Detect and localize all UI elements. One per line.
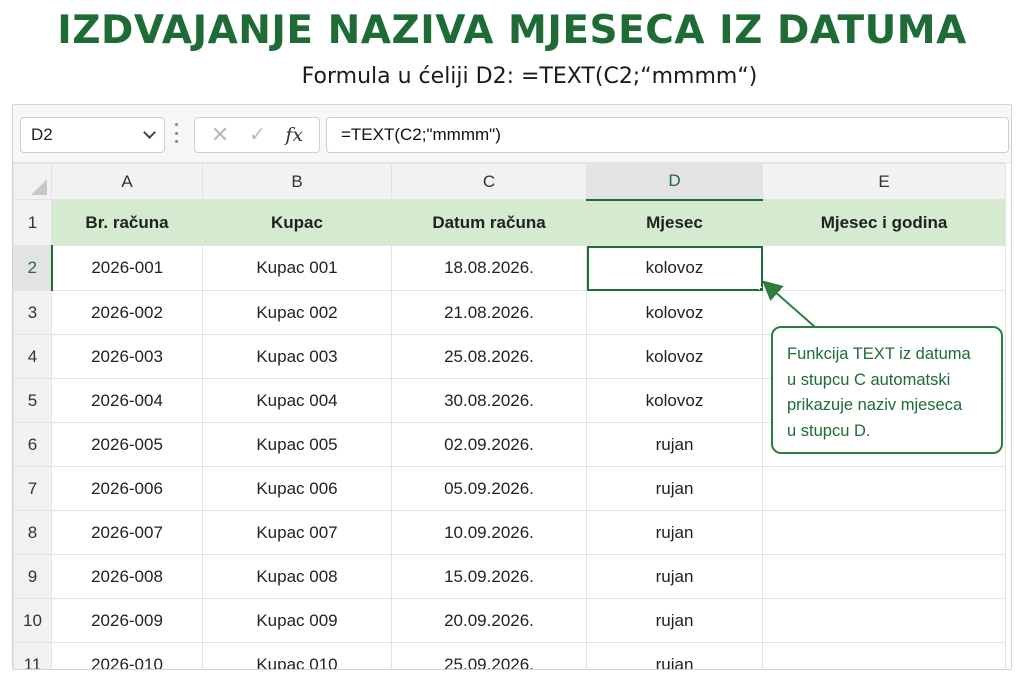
- cell-customer[interactable]: Kupac 010: [202, 642, 392, 669]
- cancel-icon[interactable]: ✕: [211, 124, 229, 146]
- table-row: 7 2026-006 Kupac 006 05.09.2026. rujan: [13, 466, 1006, 511]
- chevron-down-icon[interactable]: [143, 126, 156, 139]
- table-row: 10 2026-009 Kupac 009 20.09.2026. rujan: [13, 598, 1006, 643]
- name-box-value: D2: [31, 125, 53, 144]
- row-header-1[interactable]: 1: [13, 199, 52, 246]
- table-header-row: 1 Br. računa Kupac Datum računa Mjesec M…: [13, 199, 1006, 246]
- cell-invoice-number[interactable]: 2026-010: [51, 642, 203, 669]
- row-header[interactable]: 5: [13, 378, 52, 423]
- column-header-e[interactable]: E: [762, 163, 1006, 200]
- column-header-d[interactable]: D: [586, 163, 763, 201]
- column-header-a[interactable]: A: [51, 163, 203, 200]
- cell-month-year[interactable]: [762, 554, 1006, 599]
- formula-text: =TEXT(C2;"mmmm"): [341, 125, 501, 144]
- cell-month[interactable]: kolovoz: [586, 334, 763, 379]
- cell-month[interactable]: rujan: [586, 466, 763, 511]
- row-header[interactable]: 4: [13, 334, 52, 379]
- cell-month[interactable]: rujan: [586, 422, 763, 467]
- spreadsheet-window: D2 ✕ ✓ fx =TEXT(C2;"mmmm") A B C D E 1 B…: [12, 104, 1012, 670]
- cell-invoice-number[interactable]: 2026-005: [51, 422, 203, 467]
- cell-customer[interactable]: Kupac 008: [202, 554, 392, 599]
- cell-invoice-number[interactable]: 2026-001: [51, 245, 203, 291]
- row-header[interactable]: 8: [13, 510, 52, 555]
- table-row: 8 2026-007 Kupac 007 10.09.2026. rujan: [13, 510, 1006, 555]
- cell-month-year[interactable]: [762, 245, 1006, 291]
- header-cell-customer[interactable]: Kupac: [202, 199, 392, 246]
- callout-line: u stupcu D.: [787, 421, 871, 440]
- formula-bar: D2 ✕ ✓ fx =TEXT(C2;"mmmm"): [13, 105, 1011, 163]
- cell-invoice-number[interactable]: 2026-008: [51, 554, 203, 599]
- cell-month[interactable]: rujan: [586, 510, 763, 555]
- header-cell-month[interactable]: Mjesec: [586, 199, 763, 246]
- cell-invoice-number[interactable]: 2026-003: [51, 334, 203, 379]
- cell-customer[interactable]: Kupac 006: [202, 466, 392, 511]
- cell-month[interactable]: rujan: [586, 554, 763, 599]
- explanation-callout: Funkcija TEXT iz datuma u stupcu C autom…: [771, 326, 1003, 454]
- cell-month-year[interactable]: [762, 642, 1006, 669]
- formula-input[interactable]: =TEXT(C2;"mmmm"): [326, 117, 1009, 153]
- cell-month: kolovoz: [645, 258, 704, 277]
- fill-handle[interactable]: [759, 287, 762, 290]
- cell-customer[interactable]: Kupac 004: [202, 378, 392, 423]
- table-row: 11 2026-010 Kupac 010 25.09.2026. rujan: [13, 642, 1006, 669]
- table-row: 2 2026-001 Kupac 001 18.08.2026. kolovoz: [13, 245, 1006, 291]
- cell-month[interactable]: kolovoz: [586, 378, 763, 423]
- cell-date[interactable]: 02.09.2026.: [391, 422, 587, 467]
- cell-date[interactable]: 30.08.2026.: [391, 378, 587, 423]
- cell-month[interactable]: rujan: [586, 642, 763, 669]
- header-cell-invoice-number[interactable]: Br. računa: [51, 199, 203, 246]
- cell-date[interactable]: 15.09.2026.: [391, 554, 587, 599]
- cell-month[interactable]: rujan: [586, 598, 763, 643]
- cell-customer[interactable]: Kupac 007: [202, 510, 392, 555]
- row-header[interactable]: 3: [13, 290, 52, 335]
- cell-customer[interactable]: Kupac 002: [202, 290, 392, 335]
- name-box[interactable]: D2: [20, 117, 165, 153]
- formula-buttons: ✕ ✓ fx: [194, 117, 320, 153]
- select-all-corner[interactable]: [13, 163, 52, 200]
- callout-line: Funkcija TEXT iz datuma: [787, 345, 971, 363]
- insert-function-icon[interactable]: fx: [285, 124, 303, 146]
- cell-date[interactable]: 25.09.2026.: [391, 642, 587, 669]
- cell-month-year[interactable]: [762, 510, 1006, 555]
- cell-month-year[interactable]: [762, 598, 1006, 643]
- cell-date[interactable]: 20.09.2026.: [391, 598, 587, 643]
- cell-customer[interactable]: Kupac 001: [202, 245, 392, 291]
- cell-month[interactable]: kolovoz: [586, 290, 763, 335]
- cell-invoice-number[interactable]: 2026-009: [51, 598, 203, 643]
- cell-date[interactable]: 18.08.2026.: [391, 245, 587, 291]
- page-title: IZDVAJANJE NAZIVA MJESECA IZ DATUMA: [57, 8, 967, 53]
- callout-line: prikazuje naziv mjeseca: [787, 396, 963, 414]
- table-row: 9 2026-008 Kupac 008 15.09.2026. rujan: [13, 554, 1006, 599]
- cell-customer[interactable]: Kupac 005: [202, 422, 392, 467]
- cell-date[interactable]: 05.09.2026.: [391, 466, 587, 511]
- cell-month-year[interactable]: [762, 466, 1006, 511]
- cell-invoice-number[interactable]: 2026-007: [51, 510, 203, 555]
- more-options-icon[interactable]: [175, 123, 179, 143]
- cell-date[interactable]: 25.08.2026.: [391, 334, 587, 379]
- row-header[interactable]: 10: [13, 598, 52, 643]
- cell-date[interactable]: 21.08.2026.: [391, 290, 587, 335]
- column-header-c[interactable]: C: [391, 163, 587, 200]
- callout-line: u stupcu C automatski: [787, 370, 951, 389]
- cell-invoice-number[interactable]: 2026-006: [51, 466, 203, 511]
- active-cell-d2[interactable]: kolovoz: [586, 245, 763, 291]
- column-header-row: A B C D E: [13, 163, 1006, 201]
- cell-date[interactable]: 10.09.2026.: [391, 510, 587, 555]
- page-subtitle: Formula u ćeliji D2: =TEXT(C2;“mmmm“): [301, 64, 758, 89]
- row-header[interactable]: 9: [13, 554, 52, 599]
- select-all-icon[interactable]: [31, 179, 47, 195]
- cell-customer[interactable]: Kupac 009: [202, 598, 392, 643]
- cell-invoice-number[interactable]: 2026-004: [51, 378, 203, 423]
- row-header[interactable]: 6: [13, 422, 52, 467]
- header-cell-invoice-date[interactable]: Datum računa: [391, 199, 587, 246]
- cell-invoice-number[interactable]: 2026-002: [51, 290, 203, 335]
- row-header[interactable]: 2: [13, 245, 53, 291]
- cell-customer[interactable]: Kupac 003: [202, 334, 392, 379]
- header-cell-month-year[interactable]: Mjesec i godina: [762, 199, 1006, 246]
- row-header[interactable]: 7: [13, 466, 52, 511]
- row-header[interactable]: 11: [13, 642, 52, 669]
- column-header-b[interactable]: B: [202, 163, 392, 200]
- enter-icon[interactable]: ✓: [249, 125, 266, 145]
